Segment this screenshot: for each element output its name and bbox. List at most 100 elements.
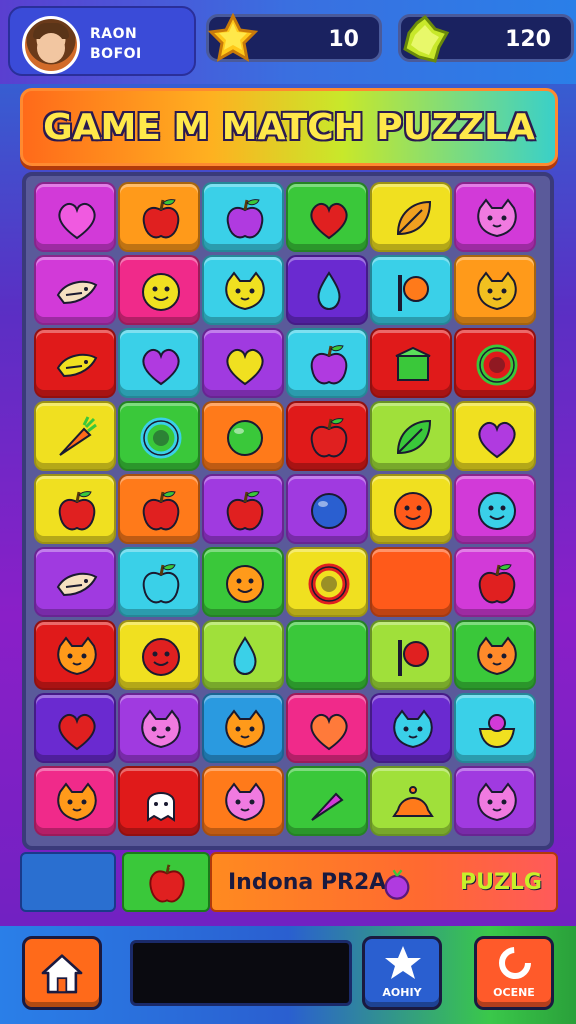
tile-flag[interactable] <box>370 620 452 690</box>
tile-heart[interactable] <box>202 328 284 398</box>
tile-apple[interactable] <box>34 474 116 544</box>
face-icon <box>142 638 180 676</box>
puzzle-label-box: Indona PR2A PUZLG <box>210 852 558 912</box>
tile-heart[interactable] <box>118 328 200 398</box>
gem-currency-counter[interactable]: 120 <box>398 14 574 63</box>
apple-icon <box>226 491 264 531</box>
tile-drop[interactable] <box>202 620 284 690</box>
tile-fish[interactable] <box>34 328 116 398</box>
tile-fish[interactable] <box>34 255 116 325</box>
tile-leaf[interactable] <box>370 401 452 471</box>
tile-ring[interactable] <box>286 547 368 617</box>
tile-ball[interactable] <box>286 474 368 544</box>
refresh-icon <box>499 947 531 979</box>
tile-cat[interactable] <box>202 766 284 836</box>
heart-icon <box>58 202 96 240</box>
heart-icon <box>226 348 264 386</box>
tile-leaf[interactable] <box>370 182 452 252</box>
tile-cat[interactable] <box>454 766 536 836</box>
cat-icon <box>225 709 265 749</box>
ad-display-panel <box>130 940 352 1006</box>
player-profile[interactable]: RAON BOFOI <box>8 6 196 76</box>
tile-hat[interactable] <box>370 766 452 836</box>
tile-cat[interactable] <box>454 255 536 325</box>
tile-cat[interactable] <box>370 693 452 763</box>
tile-apple[interactable] <box>118 547 200 617</box>
cat-icon <box>477 198 517 238</box>
apple-icon <box>149 864 185 903</box>
cat-icon <box>477 636 517 676</box>
drop-icon <box>233 636 257 675</box>
apple-icon <box>142 491 180 531</box>
drop-icon <box>317 271 341 310</box>
tile-apple[interactable] <box>202 474 284 544</box>
avatar[interactable] <box>22 16 80 74</box>
tile-heart[interactable] <box>34 693 116 763</box>
tile-face[interactable] <box>370 474 452 544</box>
leaf-icon <box>396 200 432 236</box>
favorites-button[interactable]: AOHIY <box>362 936 442 1010</box>
tile-apple[interactable] <box>118 182 200 252</box>
tile-heart[interactable] <box>34 182 116 252</box>
apple-icon <box>310 418 348 458</box>
tile-cat[interactable] <box>118 693 200 763</box>
tile-ghost[interactable] <box>118 766 200 836</box>
tile-heart[interactable] <box>286 693 368 763</box>
tile-apple[interactable] <box>286 328 368 398</box>
home-button[interactable] <box>22 936 102 1010</box>
info-strip: Indona PR2A PUZLG <box>20 852 558 914</box>
tile-drop[interactable] <box>286 255 368 325</box>
ghost-icon <box>147 792 175 822</box>
cat-icon <box>477 782 517 822</box>
apple-icon <box>310 345 348 385</box>
tile-apple[interactable] <box>286 401 368 471</box>
green-gem-icon <box>403 14 450 63</box>
tile-none[interactable] <box>370 547 452 617</box>
tile-cat[interactable] <box>202 255 284 325</box>
tile-flag[interactable] <box>370 255 452 325</box>
cat-icon <box>141 709 181 749</box>
tile-face[interactable] <box>454 474 536 544</box>
bottom-navigation: AOHIY OCENE <box>0 926 576 1024</box>
tile-cat[interactable] <box>454 620 536 690</box>
tile-bowl[interactable] <box>454 693 536 763</box>
next-item-slot[interactable] <box>122 852 210 912</box>
tile-ball[interactable] <box>202 401 284 471</box>
apple-icon <box>226 199 264 239</box>
tile-ring[interactable] <box>454 328 536 398</box>
tile-box[interactable] <box>370 328 452 398</box>
tile-cat[interactable] <box>454 182 536 252</box>
tile-heart[interactable] <box>286 182 368 252</box>
tile-face[interactable] <box>118 620 200 690</box>
heart-icon <box>310 202 348 240</box>
tile-apple[interactable] <box>118 474 200 544</box>
tile-none[interactable] <box>286 620 368 690</box>
empty-slot[interactable] <box>20 852 116 912</box>
bowl-icon <box>478 714 516 749</box>
yellow-star-gem-icon <box>207 13 259 62</box>
heart-icon <box>142 348 180 386</box>
tile-apple[interactable] <box>454 547 536 617</box>
star-currency-counter[interactable]: 10 <box>206 13 382 62</box>
top-bar: RAON BOFOI 10 120 <box>0 0 576 84</box>
tile-fish[interactable] <box>34 547 116 617</box>
tile-heart[interactable] <box>454 401 536 471</box>
tile-ring[interactable] <box>118 401 200 471</box>
tile-face[interactable] <box>118 255 200 325</box>
apple-icon <box>142 564 180 604</box>
heart-icon <box>58 713 96 751</box>
tile-cat[interactable] <box>34 766 116 836</box>
star-icon <box>385 946 421 979</box>
tile-cat[interactable] <box>34 620 116 690</box>
tile-carrot[interactable] <box>286 766 368 836</box>
carrot-icon <box>311 781 349 821</box>
gem-currency-value: 120 <box>505 27 551 52</box>
ball-icon <box>311 493 347 529</box>
tile-carrot[interactable] <box>34 401 116 471</box>
tile-apple[interactable] <box>202 182 284 252</box>
tile-cat[interactable] <box>202 693 284 763</box>
tile-face[interactable] <box>202 547 284 617</box>
cat-icon <box>225 271 265 311</box>
refresh-button[interactable]: OCENE <box>474 936 554 1010</box>
cat-icon <box>477 271 517 311</box>
